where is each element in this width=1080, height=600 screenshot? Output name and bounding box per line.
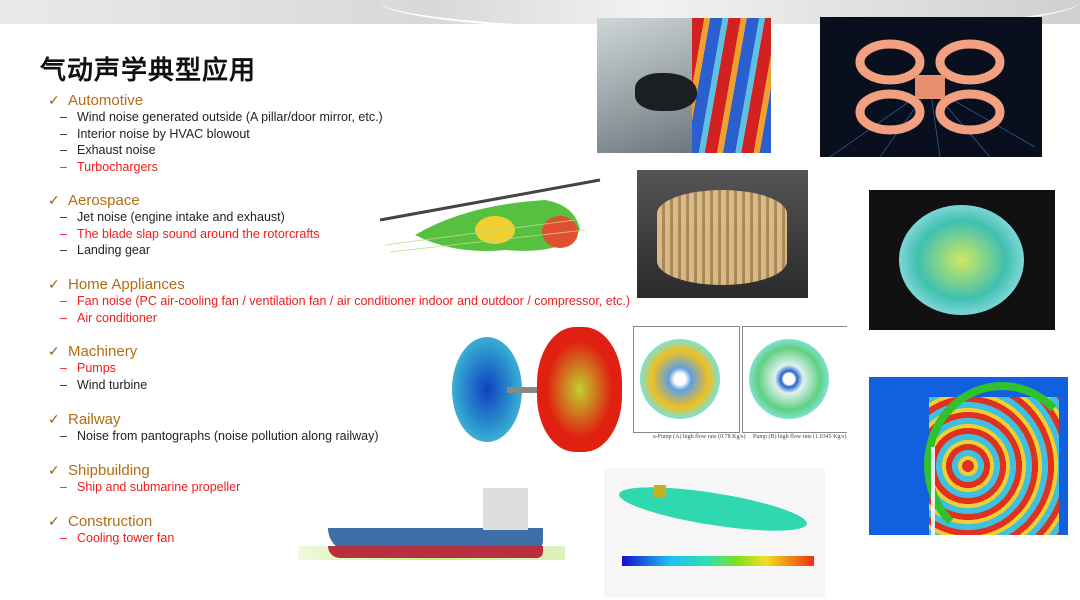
submarine-simulation-image xyxy=(604,468,825,597)
list-item-text: Landing gear xyxy=(77,243,150,258)
list-item-text: Ship and submarine propeller xyxy=(77,480,241,494)
list-item: – Wind noise generated outside (A pillar/… xyxy=(60,110,383,124)
list-item-text: Wind turbine xyxy=(77,377,148,392)
list-item-text: Interior noise by HVAC blowout xyxy=(77,126,250,141)
dash-bullet: – xyxy=(60,294,67,308)
dash-bullet: – xyxy=(60,160,67,175)
list-item: – Turbochargers xyxy=(60,160,158,174)
section-heading-label: Construction xyxy=(68,513,153,530)
list-item: – Ship and submarine propeller xyxy=(60,480,240,494)
dash-bullet: – xyxy=(60,480,67,494)
section-heading: ✓ Aerospace xyxy=(48,192,140,209)
list-item-text: Cooling tower fan xyxy=(77,531,175,545)
check-icon: ✓ xyxy=(48,343,60,359)
dash-bullet: – xyxy=(60,377,67,392)
list-item-text: Exhaust noise xyxy=(77,143,156,158)
list-item: – Air conditioner xyxy=(60,311,157,325)
dash-bullet: – xyxy=(60,429,67,443)
section-heading-label: Home Appliances xyxy=(68,276,185,293)
list-item: – Wind turbine xyxy=(60,378,147,392)
list-item-text: Air conditioner xyxy=(77,310,157,325)
check-icon: ✓ xyxy=(48,513,60,529)
check-icon: ✓ xyxy=(48,276,60,292)
pump-simulation-image: a-Pump (A) high flow rate (0.78 Kg/s) Pu… xyxy=(633,326,847,445)
list-item-text: Fan noise (PC air-cooling fan / ventilat… xyxy=(77,294,631,308)
list-item: – Jet noise (engine intake and exhaust) xyxy=(60,210,285,224)
section-heading-label: Shipbuilding xyxy=(68,462,150,479)
section-heading: ✓ Railway xyxy=(48,411,121,428)
section-heading: ✓ Home Appliances xyxy=(48,276,185,293)
list-item-text: Jet noise (engine intake and exhaust) xyxy=(77,210,285,224)
dash-bullet: – xyxy=(60,143,67,158)
pump-a-caption: a-Pump (A) high flow rate (0.78 Kg/s) xyxy=(653,434,746,440)
check-icon: ✓ xyxy=(48,192,60,208)
dash-bullet: – xyxy=(60,226,67,241)
dash-bullet: – xyxy=(60,210,67,224)
list-item: – Noise from pantographs (noise pollution… xyxy=(60,429,379,443)
dash-bullet: – xyxy=(60,310,67,325)
section-heading-label: Automotive xyxy=(68,92,144,109)
list-item-text: The blade slap sound around the rotorcra… xyxy=(77,226,320,241)
helicopter-simulation-image xyxy=(375,160,605,270)
section-heading-label: Aerospace xyxy=(68,192,140,209)
slide-title: 气动声学典型应用 xyxy=(40,56,257,86)
section-heading: ✓ Shipbuilding xyxy=(48,462,150,479)
dash-bullet: – xyxy=(60,243,67,258)
check-icon: ✓ xyxy=(48,462,60,478)
turbocharger-simulation-image xyxy=(437,322,632,460)
list-item-text: Noise from pantographs (noise pollution … xyxy=(77,429,379,443)
section-heading-label: Railway xyxy=(68,411,121,428)
section-heading: ✓ Machinery xyxy=(48,343,137,360)
fan-ring-simulation-image xyxy=(637,170,808,298)
list-item-text: Pumps xyxy=(77,361,116,375)
axial-fan-simulation-image xyxy=(869,190,1055,330)
check-icon: ✓ xyxy=(48,92,60,108)
list-item: – Interior noise by HVAC blowout xyxy=(60,127,250,141)
list-item-text: Turbochargers xyxy=(77,160,158,175)
section-heading: ✓ Automotive xyxy=(48,92,143,109)
pump-b-caption: Pump (B) high flow rate (1.0345 Kg/s) xyxy=(753,434,847,440)
list-item-text: Wind noise generated outside (A pillar/d… xyxy=(77,110,383,124)
list-item: – Pumps xyxy=(60,361,116,375)
list-item: – Landing gear xyxy=(60,243,150,257)
ship-simulation-image xyxy=(298,468,565,570)
drone-graphic xyxy=(829,39,1036,157)
dash-bullet: – xyxy=(60,531,67,545)
list-item: – Exhaust noise xyxy=(60,143,156,157)
wind-turbine-simulation-image xyxy=(869,377,1068,535)
dash-bullet: – xyxy=(60,361,67,375)
list-item: – Cooling tower fan xyxy=(60,531,174,545)
car-mirror-simulation-image xyxy=(597,18,771,153)
list-item: – The blade slap sound around the rotorcr… xyxy=(60,227,320,241)
list-item: – Fan noise (PC air-cooling fan / ventila… xyxy=(60,294,630,308)
colorbar xyxy=(622,556,814,566)
dash-bullet: – xyxy=(60,110,67,124)
section-heading: ✓ Construction xyxy=(48,513,152,530)
check-icon: ✓ xyxy=(48,411,60,427)
helicopter-graphic xyxy=(379,178,601,253)
section-heading-label: Machinery xyxy=(68,343,138,360)
dash-bullet: – xyxy=(60,126,67,141)
drone-rotor-simulation-image xyxy=(820,17,1042,157)
